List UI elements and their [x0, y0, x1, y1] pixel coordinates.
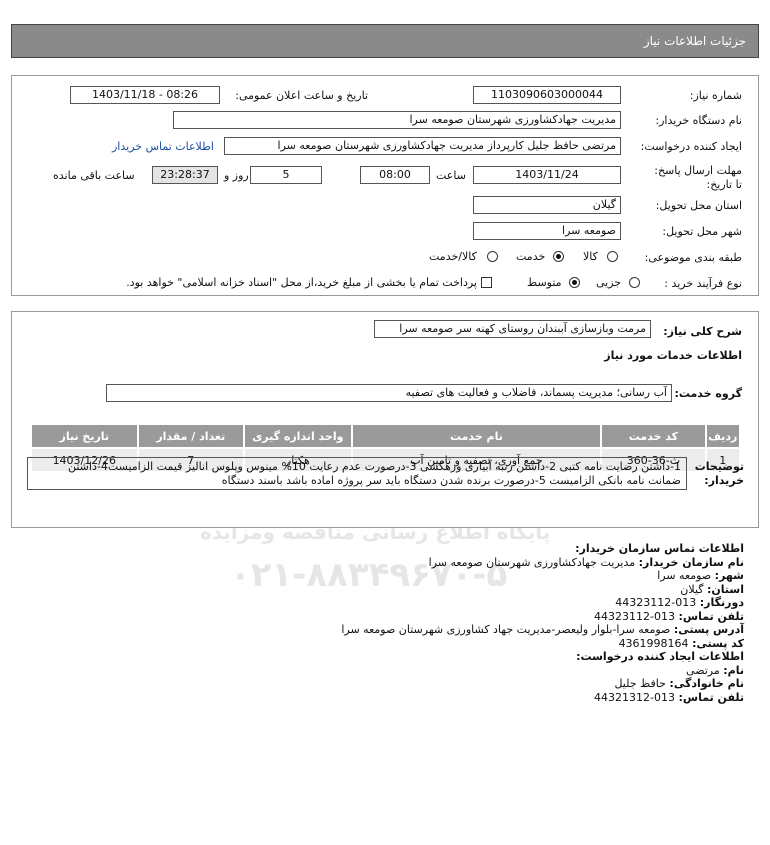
category-option-goods: کالا [583, 250, 598, 263]
need-details-panel [11, 311, 759, 528]
contact-fax-value: 013-44323112 [615, 596, 697, 609]
need-number-field: 1103090603000044 [473, 86, 621, 104]
category-radio-goods-service[interactable] [487, 251, 498, 262]
contact-phone-value: 013-44323112 [594, 609, 676, 623]
category-label: طبقه بندی موضوعی: [644, 251, 742, 264]
creator-info-title: اطلاعات ایجاد کننده درخواست: [576, 650, 744, 663]
category-option-service: خدمت [516, 250, 546, 263]
table-header-row: ردیف کد خدمت نام خدمت واحد اندازه گیری ت… [30, 423, 742, 449]
category-radio-service[interactable] [553, 251, 564, 262]
contact-fax-line: دورنگار: 013-44323112 [615, 596, 744, 609]
notes-label: توضیحات خریدار: [694, 460, 744, 487]
notes-field: 1-داشتن رضایت نامه کتبی 2-داشتن رتبه آبی… [27, 457, 687, 490]
summary-label: شرح کلی نیاز: [663, 325, 742, 338]
contact-org-value: مدیریت جهادکشاورزی شهرستان صومعه سرا [428, 555, 636, 569]
creator-phone-value: 013-44321312 [594, 690, 676, 704]
page-title: جزئیات اطلاعات نیاز [643, 34, 746, 48]
days-label: روز و [224, 169, 249, 182]
notes-text: 1-داشتن رضایت نامه کتبی 2-داشتن رتبه آبی… [67, 460, 681, 487]
creator-family-value: حافظ جلیل [614, 677, 666, 690]
service-group-field: آب رسانی؛ مدیریت پسماند، فاضلاب و فعالیت… [106, 384, 672, 402]
creator-field: مرتضی حافظ جلیل کارپرداز مدیریت جهادکشاو… [224, 137, 621, 155]
treasury-payment-text: پرداخت تمام یا بخشی از مبلغ خرید،از محل … [126, 276, 477, 289]
col-service-code: کد خدمت [600, 423, 707, 449]
contact-city-value: صومعه سرا [657, 569, 712, 582]
need-number-label: شماره نیاز: [689, 89, 742, 102]
contact-title: اطلاعات تماس سازمان خریدار: [575, 542, 744, 555]
page-header: جزئیات اطلاعات نیاز [11, 24, 759, 58]
col-service-name: نام خدمت [350, 423, 603, 449]
col-unit: واحد اندازه گیری [243, 423, 353, 449]
process-radio-medium[interactable] [569, 277, 580, 288]
contact-province-line: استان: گیلان [680, 582, 744, 596]
buyer-field: مدیریت جهادکشاورزی شهرستان صومعه سرا [173, 111, 621, 129]
contact-address-value: صومعه سرا-بلوار ولیعصر-مدیریت جهاد کشاور… [341, 623, 671, 636]
deadline-time-field: 08:00 [360, 166, 430, 184]
announce-label: تاریخ و ساعت اعلان عمومی: [235, 89, 368, 102]
creator-label: ایجاد کننده درخواست: [640, 140, 742, 153]
process-option-minor: جزیی [596, 276, 622, 289]
creator-name-line: نام: مرتضی [686, 663, 744, 677]
contact-phone-line: تلفن تماس: 013-44323112 [594, 609, 744, 623]
province-label: استان محل تحویل: [655, 199, 742, 212]
process-radio-minor[interactable] [629, 277, 640, 288]
creator-phone-line: تلفن تماس: 013-44321312 [594, 690, 744, 704]
contact-org-line: نام سازمان خریدار: مدیریت جهادکشاورزی شه… [428, 555, 744, 569]
province-field: گیلان [473, 196, 621, 214]
deadline-time-label: ساعت [436, 169, 466, 182]
col-row: ردیف [704, 423, 742, 449]
col-need-date: تاریخ نیاز [30, 423, 139, 449]
process-label: نوع فرآیند خرید : [664, 277, 742, 290]
creator-family-line: نام خانوادگی: حافظ جلیل [614, 677, 744, 690]
contact-province-value: گیلان [680, 582, 704, 596]
services-title: اطلاعات خدمات مورد نیاز [604, 349, 742, 362]
creator-name-value: مرتضی [686, 663, 720, 677]
contact-postal-line: کد پستی: 4361998164 [618, 636, 744, 650]
contact-city-line: شهر: صومعه سرا [657, 569, 744, 582]
remaining-label: ساعت باقی مانده [53, 169, 135, 182]
contact-section: اطلاعات تماس سازمان خریدار: نام سازمان خ… [24, 542, 744, 704]
contact-address-line: آدرس پستی: صومعه سرا-بلوار ولیعصر-مدیریت… [341, 623, 744, 636]
process-option-medium: متوسط [527, 276, 562, 289]
announce-field: 1403/11/18 - 08:26 [70, 86, 220, 104]
col-quantity: تعداد / مقدار [136, 423, 246, 449]
service-group-label: گروه خدمت: [674, 387, 742, 400]
city-field: صومعه سرا [473, 222, 621, 240]
days-field: 5 [250, 166, 322, 184]
deadline-label: مهلت ارسال پاسخ: تا تاریخ: [654, 164, 742, 191]
category-radio-goods[interactable] [607, 251, 618, 262]
city-label: شهر محل تحویل: [662, 225, 742, 238]
buyer-contact-link[interactable]: اطلاعات تماس خریدار [112, 140, 214, 153]
deadline-date-field: 1403/11/24 [473, 166, 621, 184]
contact-postal-value: 4361998164 [618, 636, 689, 650]
buyer-label: نام دستگاه خریدار: [655, 114, 742, 127]
summary-field: مرمت وبازسازی آببندان روستای کهنه سر صوم… [374, 320, 651, 338]
treasury-payment-checkbox[interactable] [481, 277, 492, 288]
remaining-time-field: 23:28:37 [152, 166, 218, 184]
category-option-goods-service: کالا/خدمت [429, 250, 477, 263]
